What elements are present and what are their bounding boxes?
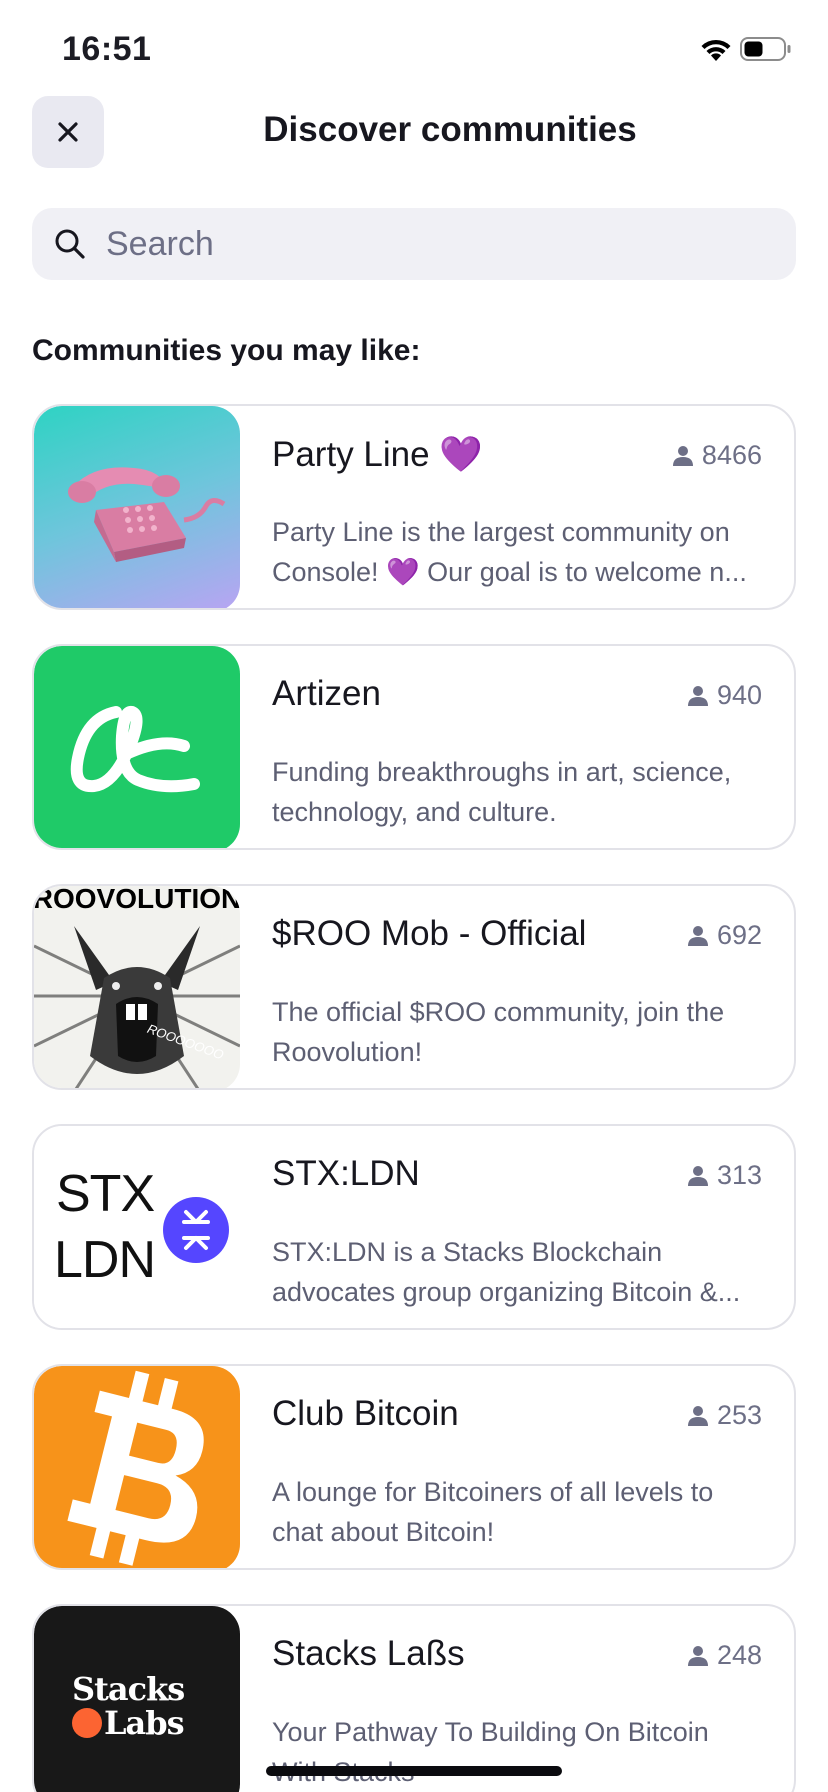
member-count: 8466 xyxy=(672,440,762,471)
member-count-value: 248 xyxy=(716,1640,762,1670)
member-count: 940 xyxy=(687,680,762,711)
community-description: STX:LDN is a Stacks Blockchain advocates… xyxy=(272,1237,741,1307)
artizen-logo-icon xyxy=(70,705,200,793)
member-count: 248 xyxy=(687,1640,762,1671)
person-icon xyxy=(687,1165,708,1186)
member-count: 692 xyxy=(687,920,762,951)
community-card-stacks-labs[interactable]: Stacks Labs Stacks Laßs 248 Your Pathway… xyxy=(32,1604,796,1792)
community-card-party-line[interactable]: Party Line 💜 8466 Party Line is the larg… xyxy=(32,404,796,610)
community-description: A lounge for Bitcoiners of all levels to… xyxy=(272,1477,714,1547)
search-input[interactable] xyxy=(106,216,766,272)
stacks-labs-logo-line-1: Stacks xyxy=(72,1670,185,1708)
person-icon xyxy=(672,445,693,466)
search-icon xyxy=(55,229,85,259)
member-count-value: 253 xyxy=(716,1400,762,1430)
discover-communities-screen: 16:51 Discover communities Communities y… xyxy=(0,0,828,1792)
stacks-logo-icon xyxy=(163,1197,229,1263)
status-bar: 16:51 xyxy=(0,0,828,100)
community-thumbnail xyxy=(34,1366,240,1568)
community-name: Artizen xyxy=(272,674,381,713)
wifi-icon xyxy=(701,39,731,61)
stacks-labs-orange-dot xyxy=(72,1708,102,1738)
community-name: Club Bitcoin xyxy=(272,1394,459,1433)
search-bar[interactable] xyxy=(32,208,796,280)
member-count-value: 692 xyxy=(716,920,762,950)
stacks-labs-logo-icon: Stacks Labs xyxy=(72,1672,212,1740)
person-icon xyxy=(687,1645,708,1666)
community-thumbnail xyxy=(34,406,240,608)
community-description: Funding breakthroughs in art, science, t… xyxy=(272,757,732,827)
stx-logo-line-1: STX xyxy=(56,1165,155,1223)
community-name: Stacks Laßs xyxy=(272,1634,465,1673)
community-thumbnail: ROOVOLUTION ROOOOOOO xyxy=(34,886,240,1088)
community-card-stx-ldn[interactable]: STX LDN STX:LDN 313 STX:LDN is a Stacks … xyxy=(32,1124,796,1330)
community-name: Party Line 💜 xyxy=(272,435,483,474)
community-list: Party Line 💜 8466 Party Line is the larg… xyxy=(32,404,796,1792)
kangaroo-icon: ROOVOLUTION ROOOOOOO xyxy=(34,886,240,1088)
community-thumbnail xyxy=(34,646,240,848)
person-icon xyxy=(687,685,708,706)
community-name: STX:LDN xyxy=(272,1154,420,1193)
status-time: 16:51 xyxy=(62,30,152,68)
community-description: Party Line is the largest community on C… xyxy=(272,517,747,587)
stacks-labs-logo-line-2: Labs xyxy=(104,1704,185,1742)
rotary-phone-icon xyxy=(68,467,226,562)
page-title: Discover communities xyxy=(263,110,637,149)
member-count: 253 xyxy=(687,1400,762,1431)
member-count-value: 940 xyxy=(716,680,762,710)
bitcoin-icon xyxy=(67,1370,204,1566)
battery-icon xyxy=(740,37,791,61)
community-card-artizen[interactable]: Artizen 940 Funding breakthroughs in art… xyxy=(32,644,796,850)
home-indicator[interactable] xyxy=(266,1766,562,1776)
community-thumbnail: STX LDN xyxy=(34,1126,240,1328)
community-card-club-bitcoin[interactable]: Club Bitcoin 253 A lounge for Bitcoiners… xyxy=(32,1364,796,1570)
community-description: The official $ROO community, join the Ro… xyxy=(272,997,725,1067)
community-name: $ROO Mob - Official xyxy=(272,914,587,953)
community-thumbnail: Stacks Labs xyxy=(34,1606,240,1792)
section-title: Communities you may like: xyxy=(32,334,421,367)
stx-logo-line-2: LDN xyxy=(54,1231,156,1289)
member-count-value: 8466 xyxy=(701,440,762,470)
person-icon xyxy=(687,1405,708,1426)
community-description: Your Pathway To Building On Bitcoin With… xyxy=(272,1717,709,1787)
roo-banner-text: ROOVOLUTION xyxy=(34,886,240,914)
community-card-roo-mob[interactable]: ROOVOLUTION ROOOOOOO $ROO Mob - Official xyxy=(32,884,796,1090)
stacks-labs-logo-row: Labs xyxy=(72,1706,212,1740)
member-count-value: 313 xyxy=(716,1160,762,1190)
person-icon xyxy=(687,925,708,946)
member-count: 313 xyxy=(687,1160,762,1191)
